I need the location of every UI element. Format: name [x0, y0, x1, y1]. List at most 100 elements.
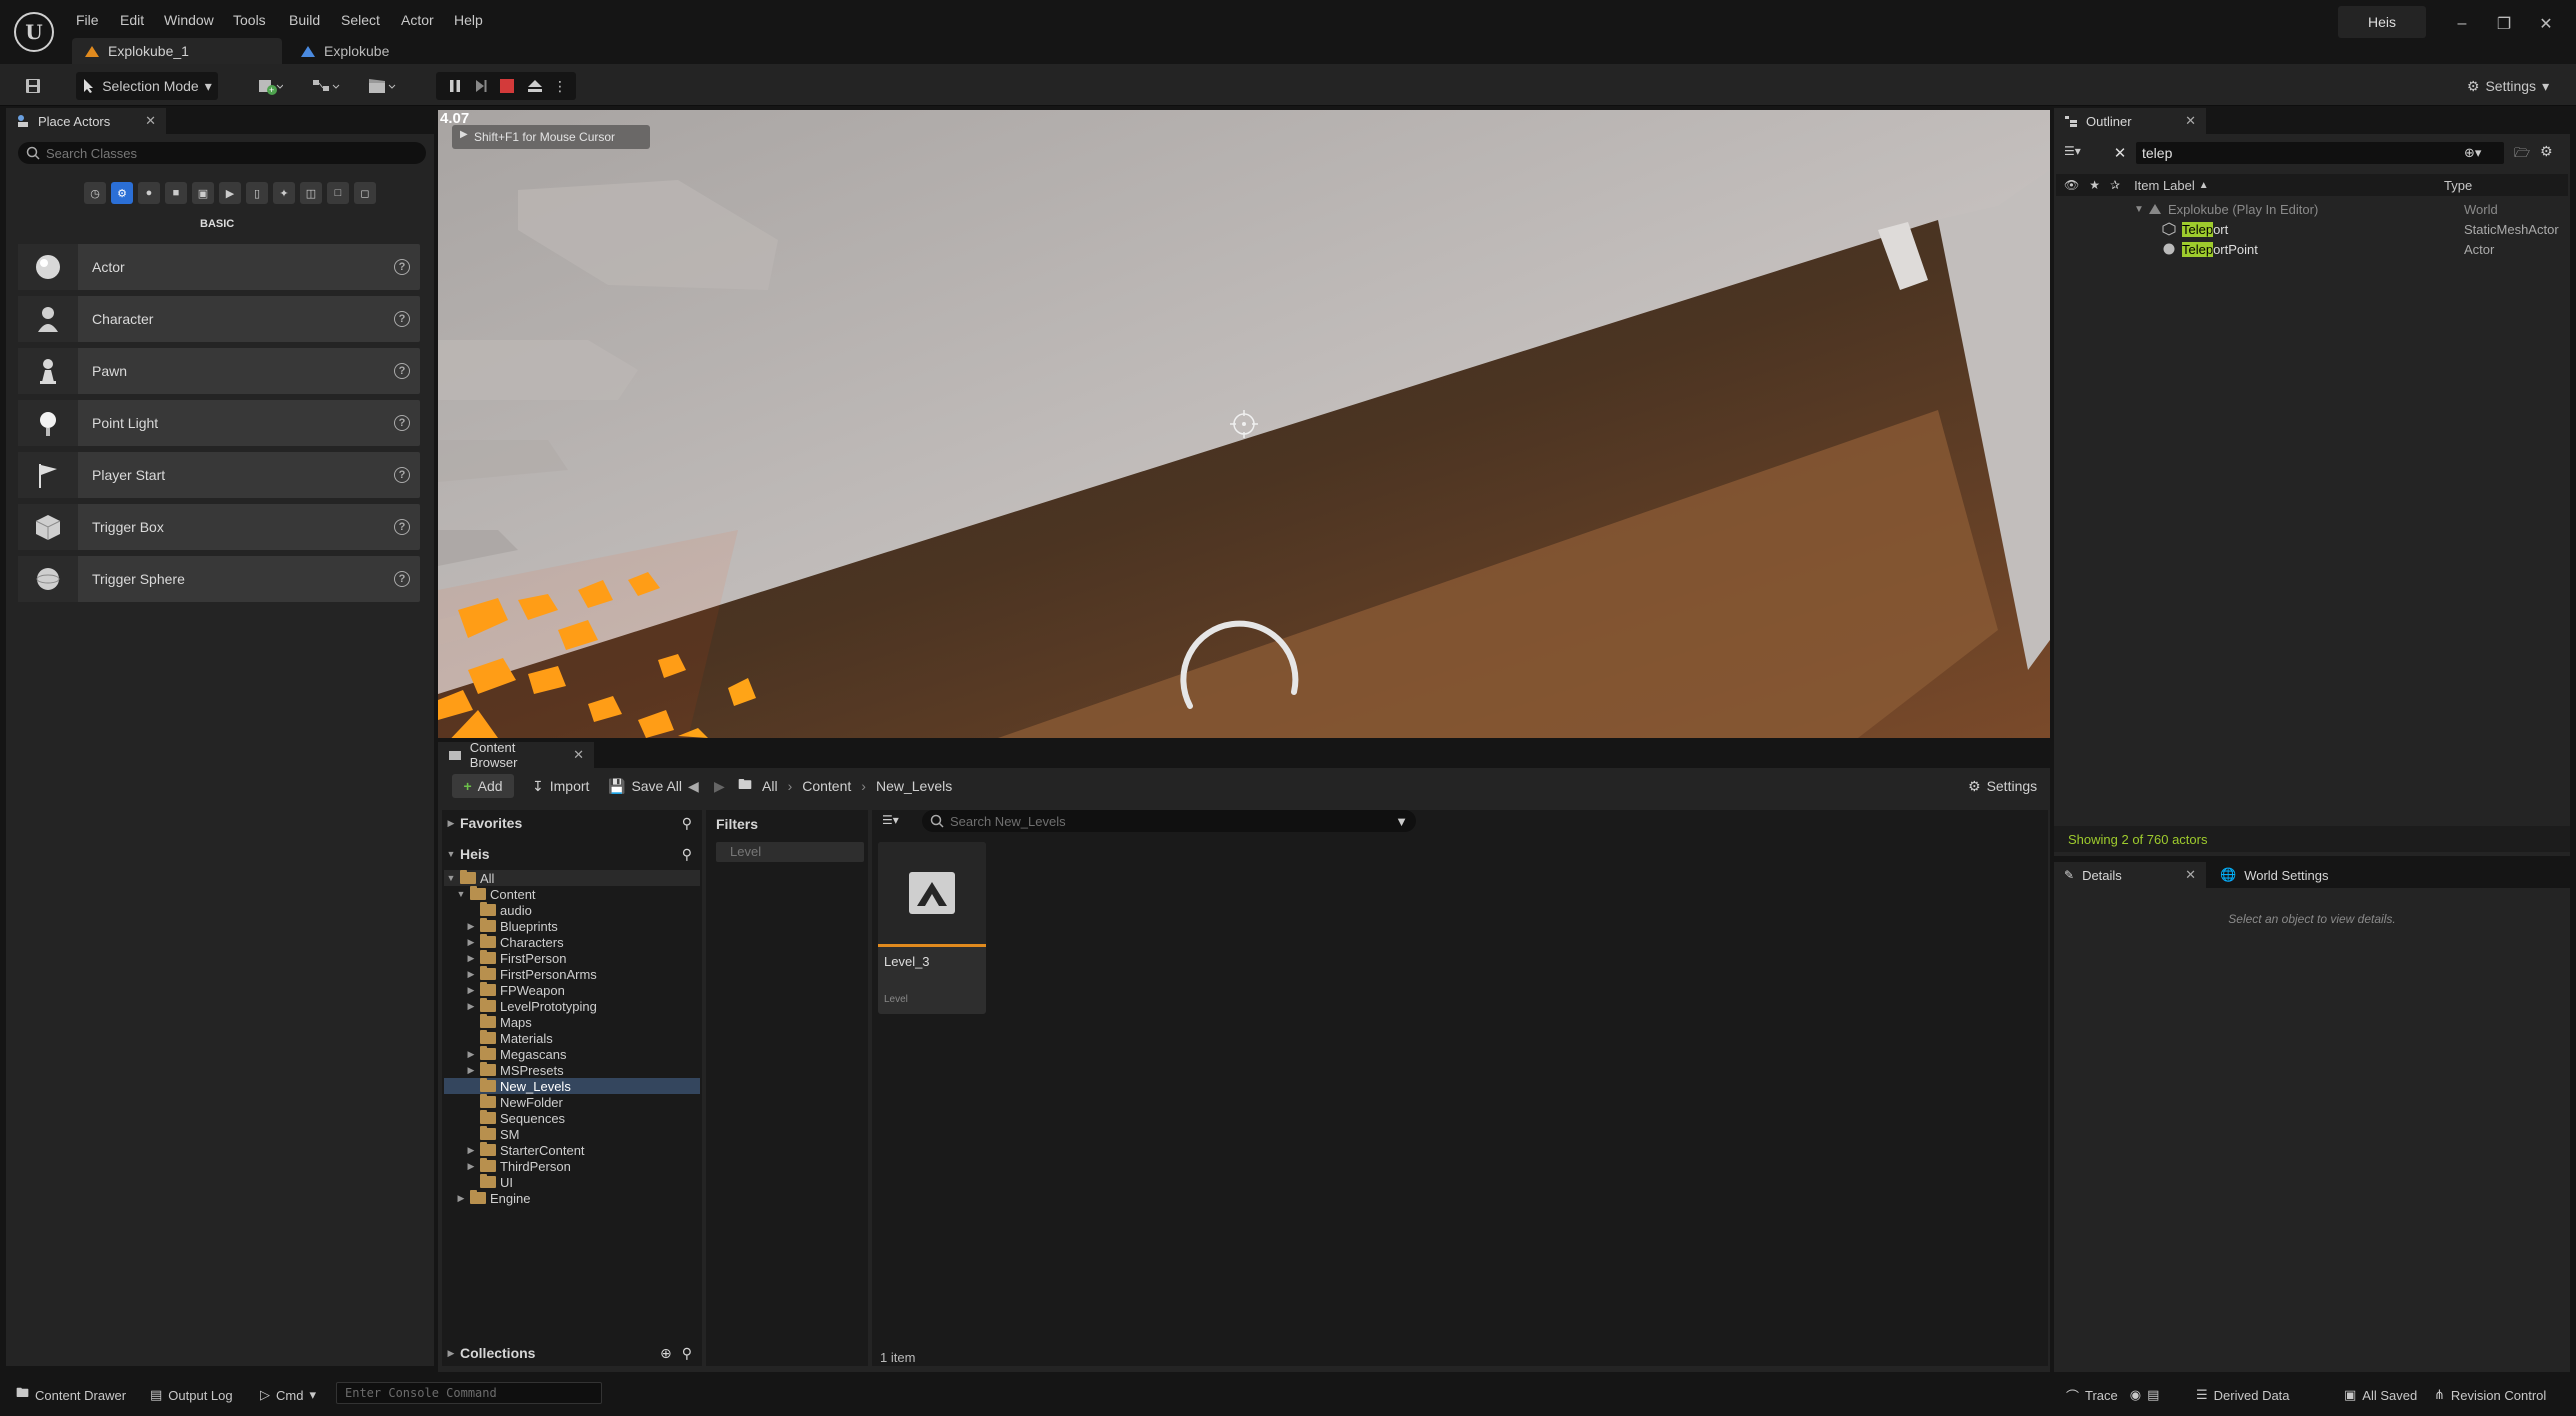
- tree-item-folder[interactable]: NewFolder: [444, 1094, 700, 1110]
- eye-icon[interactable]: 👁: [2064, 178, 2079, 192]
- cinematics-icon[interactable]: [362, 72, 402, 100]
- search-icon[interactable]: ⚲: [682, 1345, 692, 1362]
- console-command-input[interactable]: Enter Console Command: [336, 1382, 602, 1404]
- tree-item-folder[interactable]: ▶ ThirdPerson: [444, 1158, 700, 1174]
- camera-icon[interactable]: ▤: [2147, 1387, 2159, 1403]
- menu-build[interactable]: Build: [289, 10, 320, 30]
- actor-item-pawn[interactable]: Pawn ?: [18, 348, 420, 394]
- actor-item-actor[interactable]: Actor ?: [18, 244, 420, 290]
- settings-button[interactable]: ⚙ Settings ▾: [2456, 72, 2560, 100]
- close-icon[interactable]: ✕: [2185, 113, 2196, 129]
- restore-icon[interactable]: ❐: [2490, 12, 2518, 36]
- output-log-button[interactable]: ▤ Output Log: [150, 1380, 233, 1410]
- tree-item-folder[interactable]: SM: [444, 1126, 700, 1142]
- tree-item-folder[interactable]: ▶ FirstPersonArms: [444, 966, 700, 982]
- pause-icon[interactable]: [444, 72, 466, 100]
- add-filter-icon[interactable]: ⊕▾: [2464, 145, 2481, 161]
- tab-details[interactable]: ✎ Details ✕: [2054, 862, 2206, 888]
- cb-settings-button[interactable]: ⚙ Settings: [1968, 774, 2037, 798]
- actor-item-trigger-sphere[interactable]: Trigger Sphere ?: [18, 556, 420, 602]
- volumes-icon[interactable]: ▯: [246, 182, 268, 204]
- tree-item-all[interactable]: ▼ All: [444, 870, 700, 886]
- eject-icon[interactable]: [522, 72, 548, 100]
- content-drawer-button[interactable]: 🖿 Content Drawer: [16, 1380, 126, 1410]
- help-icon[interactable]: ?: [394, 363, 410, 379]
- import-button[interactable]: ↧ Import: [532, 774, 589, 798]
- tree-item-folder-selected[interactable]: New_Levels: [444, 1078, 700, 1094]
- gear-icon[interactable]: ⚙: [2540, 143, 2553, 160]
- actor-item-trigger-box[interactable]: Trigger Box ?: [18, 504, 420, 550]
- tree-item-folder[interactable]: audio: [444, 902, 700, 918]
- record-icon[interactable]: ◉: [2130, 1387, 2141, 1403]
- column-type[interactable]: Type: [2444, 178, 2472, 193]
- search-icon[interactable]: ⚲: [682, 846, 692, 863]
- filter-icon[interactable]: ☰▾: [882, 813, 899, 827]
- tab-world-settings[interactable]: 🌐 World Settings: [2210, 862, 2360, 888]
- tree-item-folder[interactable]: ▶ MSPresets: [444, 1062, 700, 1078]
- tree-item-engine[interactable]: ▶ Engine: [444, 1190, 700, 1206]
- history-back-icon[interactable]: ◀: [688, 774, 699, 798]
- selection-mode-dropdown[interactable]: Selection Mode ▾: [76, 72, 218, 100]
- close-icon[interactable]: ✕: [145, 113, 156, 129]
- asset-tile-level[interactable]: Level_3 Level: [878, 842, 986, 1014]
- menu-select[interactable]: Select: [341, 10, 380, 30]
- tree-item-folder[interactable]: UI: [444, 1174, 700, 1190]
- derived-data-button[interactable]: ☰ Derived Data: [2196, 1380, 2290, 1410]
- tab-content-browser[interactable]: Content Browser ✕: [438, 740, 594, 770]
- outliner-world-row[interactable]: ▼ Explokube (Play In Editor) World: [2134, 200, 2564, 218]
- help-icon[interactable]: ?: [394, 571, 410, 587]
- menu-window[interactable]: Window: [164, 10, 214, 30]
- revision-control-button[interactable]: ⋔ Revision Control: [2434, 1380, 2546, 1410]
- outliner-row-teleport[interactable]: Teleport StaticMeshActor: [2162, 220, 2564, 238]
- trace-button[interactable]: ⌒ Trace ◉ ▤: [2066, 1380, 2159, 1410]
- outliner-row-teleportpoint[interactable]: TeleportPoint Actor: [2162, 240, 2564, 258]
- lights-icon[interactable]: ●: [138, 182, 160, 204]
- geometry-icon[interactable]: ✦: [273, 182, 295, 204]
- breadcrumb-new-levels[interactable]: New_Levels: [876, 778, 952, 794]
- basic-category-icon[interactable]: ⚙: [111, 182, 133, 204]
- history-forward-icon[interactable]: ▶: [714, 774, 725, 798]
- menu-help[interactable]: Help: [454, 10, 483, 30]
- tab-level[interactable]: Explokube_1: [72, 38, 282, 64]
- pin-icon[interactable]: ✰: [2110, 178, 2120, 192]
- add-actor-icon[interactable]: +: [250, 72, 290, 100]
- all-classes-icon[interactable]: ◫: [300, 182, 322, 204]
- favorites-header[interactable]: ▶ Favorites ⚲: [446, 810, 700, 836]
- help-icon[interactable]: ?: [394, 259, 410, 275]
- help-icon[interactable]: ?: [394, 519, 410, 535]
- breadcrumb-all[interactable]: All: [762, 778, 778, 794]
- minimize-icon[interactable]: –: [2448, 12, 2476, 36]
- star-icon[interactable]: ★: [2089, 178, 2100, 192]
- heis-header[interactable]: ▼ Heis ⚲: [446, 841, 700, 867]
- modes-icon[interactable]: ◻: [354, 182, 376, 204]
- tree-item-folder[interactable]: ▶ Megascans: [444, 1046, 700, 1062]
- unreal-logo-icon[interactable]: U: [14, 12, 54, 52]
- menu-actor[interactable]: Actor: [401, 10, 434, 30]
- tree-item-folder[interactable]: ▶ StarterContent: [444, 1142, 700, 1158]
- tree-item-folder[interactable]: Materials: [444, 1030, 700, 1046]
- visual-effects-icon[interactable]: ▶: [219, 182, 241, 204]
- tree-item-folder[interactable]: ▶ Characters: [444, 934, 700, 950]
- stop-icon[interactable]: [496, 72, 518, 100]
- actor-item-point-light[interactable]: Point Light ?: [18, 400, 420, 446]
- menu-edit[interactable]: Edit: [120, 10, 144, 30]
- add-button[interactable]: + Add: [452, 774, 514, 798]
- tab-place-actors[interactable]: Place Actors ✕: [6, 108, 166, 134]
- clear-search-icon[interactable]: ✕: [2110, 142, 2130, 164]
- tab-project[interactable]: Explokube: [288, 38, 418, 64]
- menu-file[interactable]: File: [76, 10, 99, 30]
- tree-item-folder[interactable]: Sequences: [444, 1110, 700, 1126]
- tree-item-folder[interactable]: ▶ Blueprints: [444, 918, 700, 934]
- tree-item-folder[interactable]: ▶ FirstPerson: [444, 950, 700, 966]
- recent-icon[interactable]: ◷: [84, 182, 106, 204]
- shapes-icon[interactable]: ■: [165, 182, 187, 204]
- tree-item-folder[interactable]: ▶ FPWeapon: [444, 982, 700, 998]
- help-icon[interactable]: ?: [394, 311, 410, 327]
- level-viewport[interactable]: [438, 110, 2050, 738]
- close-icon[interactable]: ✕: [2532, 12, 2560, 36]
- more-options-icon[interactable]: ⋮: [552, 72, 568, 100]
- column-item-label[interactable]: Item Label: [2134, 178, 2195, 193]
- new-folder-icon[interactable]: 🗁: [2514, 144, 2530, 166]
- breadcrumb-content[interactable]: Content: [802, 778, 851, 794]
- tree-item-folder[interactable]: ▶ LevelPrototyping: [444, 998, 700, 1014]
